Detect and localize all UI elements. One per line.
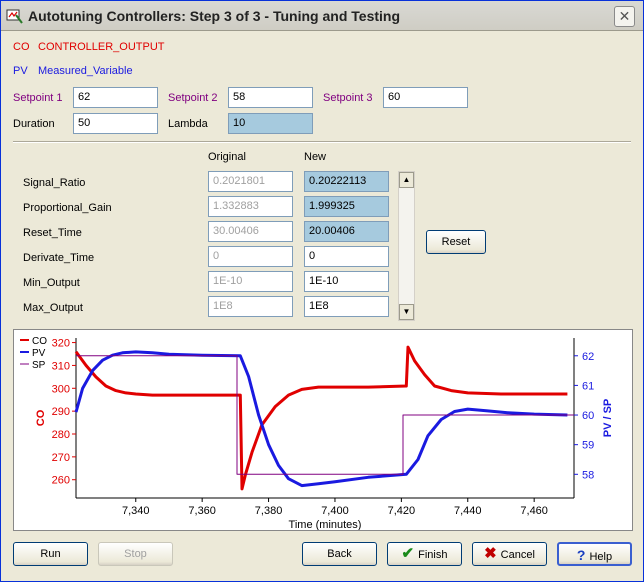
help-button[interactable]: ? Help: [557, 542, 632, 566]
pv-name: Measured_Variable: [38, 65, 133, 77]
param-original-field: 1E-10: [208, 271, 293, 292]
y-left-tick-label: 260: [52, 475, 70, 487]
help-label: Help: [589, 551, 613, 563]
chart-panel: 7,340 7,360 7,380 7,400 7,420 7,440 7,460 Time …: [13, 329, 633, 531]
y-left-tick-label: 300: [52, 383, 70, 395]
y-left-tick-label: 290: [52, 406, 70, 418]
y-left-axis-label: CO: [35, 409, 47, 426]
param-new-field[interactable]: 20.00406: [304, 221, 389, 242]
setpoint-1-label: Setpoint 1: [13, 92, 63, 104]
setpoint-1-input[interactable]: 62: [73, 87, 158, 108]
param-original-field: 0.2021801: [208, 171, 293, 192]
col-new-header: New: [304, 151, 327, 163]
x-tick-label: 7,340: [122, 505, 150, 517]
param-original-field: 30.00406: [208, 221, 293, 242]
y-right-axis-label: PV / SP: [602, 399, 614, 438]
param-name: Min_Output: [23, 277, 80, 289]
param-name: Proportional_Gain: [23, 202, 112, 214]
stop-button[interactable]: Stop: [98, 542, 173, 566]
setpoint-2-label: Setpoint 2: [168, 92, 218, 104]
x-axis-label: Time (minutes): [289, 519, 362, 530]
setpoint-3-input[interactable]: 60: [383, 87, 468, 108]
series-line-sp: [76, 355, 574, 475]
scroll-down-icon[interactable]: ▼: [399, 304, 414, 320]
y-left-tick-label: 310: [52, 360, 70, 372]
checkmark-icon: ✔: [401, 545, 415, 562]
legend-label-co: CO: [32, 336, 47, 347]
param-new-field[interactable]: 0: [304, 246, 389, 267]
lambda-input[interactable]: 10: [228, 113, 313, 134]
param-new-field[interactable]: 1.999325: [304, 196, 389, 217]
setpoint-3-label: Setpoint 3: [323, 92, 373, 104]
y-left-tick-label: 320: [52, 338, 70, 350]
x-tick-label: 7,420: [388, 505, 416, 517]
app-icon: [6, 9, 23, 24]
param-original-field: 1.332883: [208, 196, 293, 217]
close-icon: ✕: [618, 8, 631, 24]
duration-label: Duration: [13, 118, 55, 130]
help-icon: ?: [576, 547, 586, 563]
separator: [13, 141, 631, 143]
param-new-field[interactable]: 1E-10: [304, 271, 389, 292]
window-title: Autotuning Controllers: Step 3 of 3 - Tu…: [28, 8, 401, 24]
param-original-field: 1E8: [208, 296, 293, 317]
x-tick-label: 7,380: [255, 505, 283, 517]
back-button[interactable]: Back: [302, 542, 377, 566]
param-new-field[interactable]: 1E8: [304, 296, 389, 317]
param-name: Reset_Time: [23, 227, 82, 239]
tuning-chart: 7,340 7,360 7,380 7,400 7,420 7,440 7,460 Time …: [20, 336, 614, 530]
dialog-window: Autotuning Controllers: Step 3 of 3 - Tu…: [0, 0, 644, 582]
y-right-tick-label: 61: [582, 380, 594, 392]
legend-label-pv: PV: [32, 348, 46, 359]
x-tick-label: 7,360: [188, 505, 216, 517]
x-tick-label: 7,440: [454, 505, 482, 517]
x-tick-label: 7,460: [520, 505, 548, 517]
y-left-tick-label: 280: [52, 429, 70, 441]
param-new-field[interactable]: 0.20222113: [304, 171, 389, 192]
co-name: CONTROLLER_OUTPUT: [38, 41, 165, 53]
y-right-tick-label: 60: [582, 410, 594, 422]
param-name: Derivate_Time: [23, 252, 95, 264]
title-bar: Autotuning Controllers: Step 3 of 3 - Tu…: [1, 1, 643, 31]
duration-input[interactable]: 50: [73, 113, 158, 134]
y-left-tick-label: 270: [52, 452, 70, 464]
run-button[interactable]: Run: [13, 542, 88, 566]
pv-tag: PV: [13, 65, 28, 77]
finish-button[interactable]: ✔ Finish: [387, 542, 462, 566]
close-button[interactable]: ✕: [614, 6, 635, 27]
param-name: Max_Output: [23, 302, 83, 314]
y-right-tick-label: 59: [582, 440, 594, 452]
series-line-pv: [74, 350, 568, 488]
x-tick-label: 7,400: [321, 505, 349, 517]
param-name: Signal_Ratio: [23, 177, 86, 189]
scroll-up-icon[interactable]: ▲: [399, 172, 414, 188]
cancel-x-icon: ✖: [484, 545, 497, 562]
cancel-button[interactable]: ✖ Cancel: [472, 542, 547, 566]
param-original-field: 0: [208, 246, 293, 267]
y-right-tick-label: 62: [582, 351, 594, 363]
cancel-label: Cancel: [500, 549, 535, 561]
col-original-header: Original: [208, 151, 246, 163]
legend-label-sp: SP: [32, 360, 46, 371]
lambda-label: Lambda: [168, 118, 208, 130]
finish-label: Finish: [418, 549, 448, 561]
y-right-tick-label: 58: [582, 469, 594, 481]
co-tag: CO: [13, 41, 30, 53]
param-scrollbar[interactable]: ▲ ▼: [398, 171, 415, 321]
reset-button[interactable]: Reset: [426, 230, 486, 254]
series-line-co: [74, 345, 568, 491]
setpoint-2-input[interactable]: 58: [228, 87, 313, 108]
